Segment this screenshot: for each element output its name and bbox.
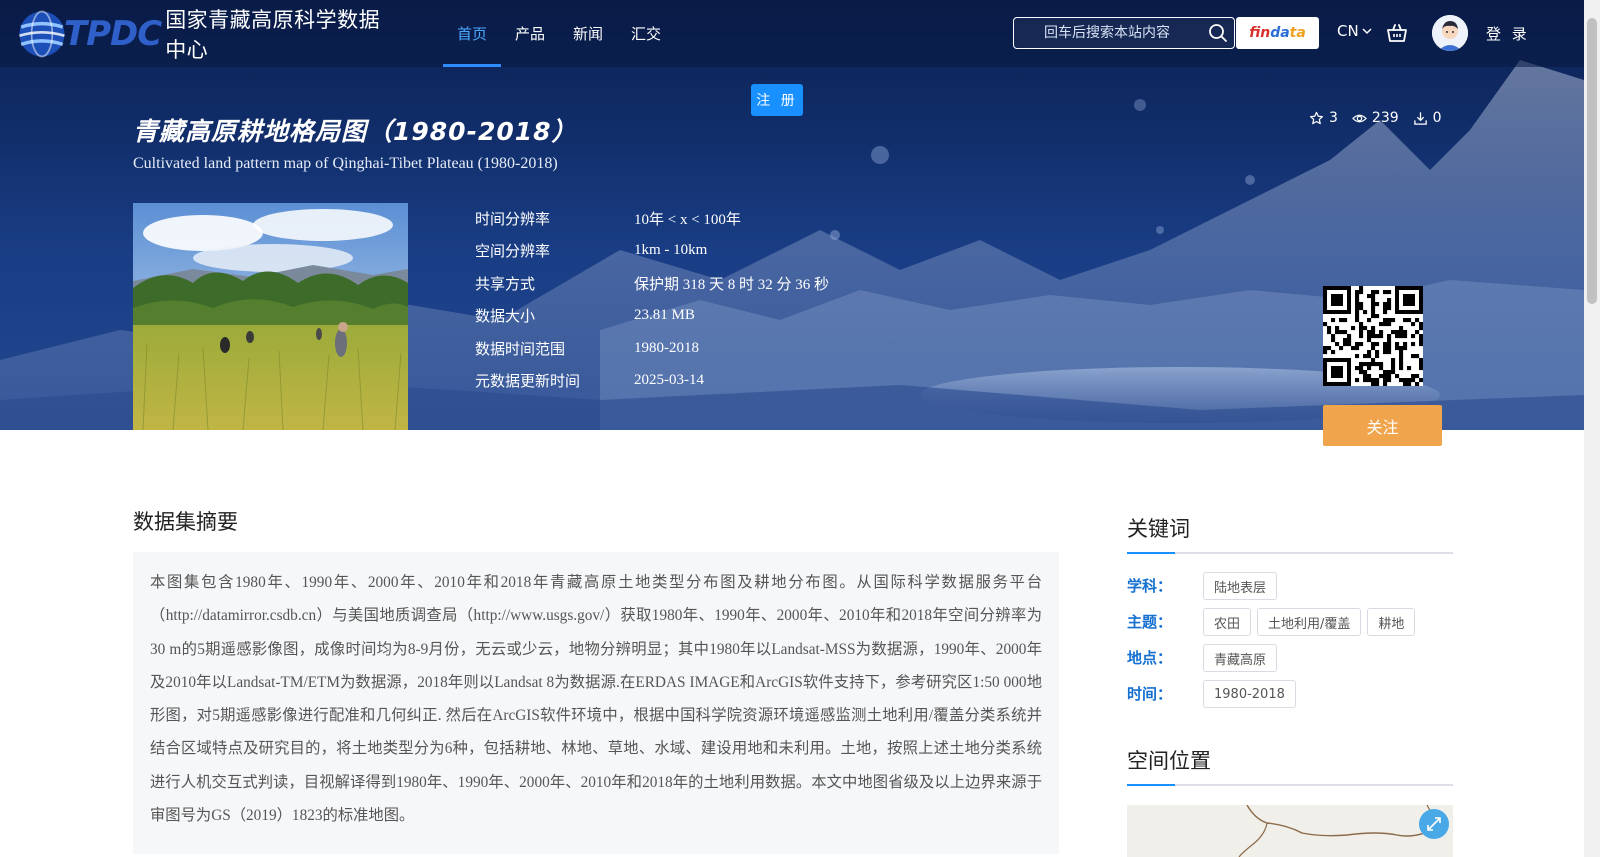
meta-value: 2025-03-14 [634, 372, 704, 389]
location-panel: 空间位置 [1127, 745, 1453, 786]
logo-site-name: 国家青藏高原科学数据中心 [165, 8, 381, 62]
keyword-label: 主题： [1127, 613, 1173, 631]
abstract-title: 数据集摘要 [133, 510, 238, 534]
field-photo-image [133, 203, 408, 430]
dataset-meta: 时间分辨率 10年 < x < 100年 空间分辨率 1km - 10km 共享… [475, 202, 829, 397]
abstract-text: 本图集包含1980年、1990年、2000年、2010年和2018年青藏高原土地… [150, 574, 1042, 825]
meta-row: 时间分辨率 10年 < x < 100年 [475, 202, 829, 235]
findata-button[interactable]: fin da ta [1236, 17, 1319, 49]
keyword-tag[interactable]: 陆地表层 [1203, 572, 1278, 600]
meta-key: 数据时间范围 [475, 339, 566, 358]
meta-value: 23.81 MB [634, 307, 695, 324]
star-count-value: 3 [1329, 110, 1338, 126]
keyword-tags: 1980-2018 [1203, 680, 1453, 708]
map-boundary-lines [1238, 805, 1440, 857]
menu-item-submit[interactable]: 汇交 [617, 0, 675, 67]
keyword-row-time: 时间： 1980-2018 [1127, 680, 1453, 708]
keyword-tags: 陆地表层 [1203, 572, 1453, 600]
keyword-tag[interactable]: 农田 [1203, 608, 1252, 636]
login-link[interactable]: 登 录 [1486, 23, 1530, 44]
search-input[interactable] [1014, 18, 1204, 48]
meta-value: 1km - 10km [634, 242, 708, 259]
view-count-value: 239 [1371, 110, 1399, 126]
keywords-title: 关键词 [1127, 513, 1453, 554]
dataset-title-cn: 青藏高原耕地格局图（1980-2018） [133, 117, 578, 146]
meta-key: 共享方式 [475, 274, 536, 293]
meta-row: 元数据更新时间 2025-03-14 [475, 365, 829, 398]
keyword-row-place: 地点： 青藏高原 [1127, 644, 1453, 672]
keyword-tag[interactable]: 耕地 [1367, 608, 1416, 636]
findata-text-part: ta [1289, 25, 1306, 41]
keywords-panel: 关键词 学科： 陆地表层 主题： 农田 土地利用/覆盖 耕地 地点： 青藏高原 … [1127, 513, 1453, 708]
eye-icon [1351, 114, 1367, 122]
meta-row: 数据大小 23.81 MB [475, 300, 829, 333]
logo-tpdc-text: TPDC [63, 14, 162, 54]
follow-button[interactable]: 关注 [1323, 405, 1442, 446]
qr-code [1323, 286, 1424, 387]
menu-item-home[interactable]: 首页 [443, 0, 502, 67]
download-icon [1413, 111, 1427, 125]
keyword-tag[interactable]: 青藏高原 [1203, 644, 1278, 672]
page-scrollbar[interactable] [1584, 0, 1600, 857]
chevron-down-icon [1362, 28, 1372, 35]
meta-row: 数据时间范围 1980-2018 [475, 332, 829, 365]
keyword-label: 地点： [1127, 649, 1173, 667]
meta-row: 空间分辨率 1km - 10km [475, 235, 829, 268]
language-switch[interactable]: CN [1337, 22, 1373, 40]
keyword-label: 时间： [1127, 685, 1173, 703]
fullscreen-icon [1427, 817, 1441, 831]
main-menu: 首页 产品 新闻 汇交 [443, 0, 675, 67]
abstract-box: 本图集包含1980年、1990年、2000年、2010年和2018年青藏高原土地… [133, 552, 1059, 854]
keyword-row-theme: 主题： 农田 土地利用/覆盖 耕地 [1127, 608, 1453, 636]
keyword-label: 学科： [1127, 577, 1173, 595]
meta-key: 空间分辨率 [475, 242, 551, 261]
dataset-title-en: Cultivated land pattern map of Qinghai-T… [133, 155, 558, 172]
menu-item-products[interactable]: 产品 [501, 0, 559, 67]
meta-value: 10年 < x < 100年 [634, 211, 741, 228]
meta-key: 时间分辨率 [475, 209, 551, 228]
avatar[interactable] [1432, 15, 1468, 51]
keyword-tags: 农田 土地利用/覆盖 耕地 [1203, 608, 1453, 636]
keyword-tags: 青藏高原 [1203, 644, 1453, 672]
language-label: CN [1337, 22, 1359, 40]
top-navbar: TPDC 国家青藏高原科学数据中心 首页 产品 新闻 汇交 findata CN [0, 0, 1584, 67]
dataset-thumbnail[interactable] [133, 203, 408, 430]
findata-text-part: fin [1249, 25, 1271, 41]
meta-key: 元数据更新时间 [475, 372, 581, 391]
menu-item-news[interactable]: 新闻 [559, 0, 617, 67]
keyword-row-subject: 学科： 陆地表层 [1127, 572, 1453, 600]
keyword-tag[interactable]: 土地利用/覆盖 [1257, 608, 1362, 636]
meta-value: 保护期 318 天 8 时 32 分 36 秒 [634, 276, 830, 293]
dataset-stats: 3 239 0 [1309, 110, 1442, 126]
map-fullscreen-button[interactable] [1419, 809, 1449, 839]
search-icon[interactable] [1208, 23, 1228, 43]
meta-value: 1980-2018 [634, 339, 699, 356]
meta-row: 共享方式 保护期 318 天 8 时 32 分 36 秒 [475, 267, 829, 300]
star-count[interactable]: 3 [1309, 110, 1338, 126]
qr-code-image [1323, 286, 1424, 387]
scrollbar-thumb[interactable] [1587, 18, 1597, 304]
findata-text-part: da [1270, 25, 1290, 41]
location-map[interactable] [1127, 805, 1453, 857]
register-button[interactable]: 注 册 [751, 84, 803, 116]
download-count-value: 0 [1432, 110, 1442, 126]
download-count: 0 [1413, 110, 1442, 126]
location-title: 空间位置 [1127, 745, 1453, 786]
star-icon [1309, 111, 1324, 124]
view-count: 239 [1351, 110, 1399, 126]
globe-logo-icon [19, 10, 65, 58]
meta-key: 数据大小 [475, 307, 536, 326]
site-logo[interactable]: TPDC 国家青藏高原科学数据中心 [16, 4, 396, 64]
user-avatar-icon [1432, 15, 1468, 51]
keyword-tag[interactable]: 1980-2018 [1203, 680, 1296, 708]
cart-icon[interactable] [1386, 22, 1408, 44]
search-box [1013, 17, 1235, 49]
